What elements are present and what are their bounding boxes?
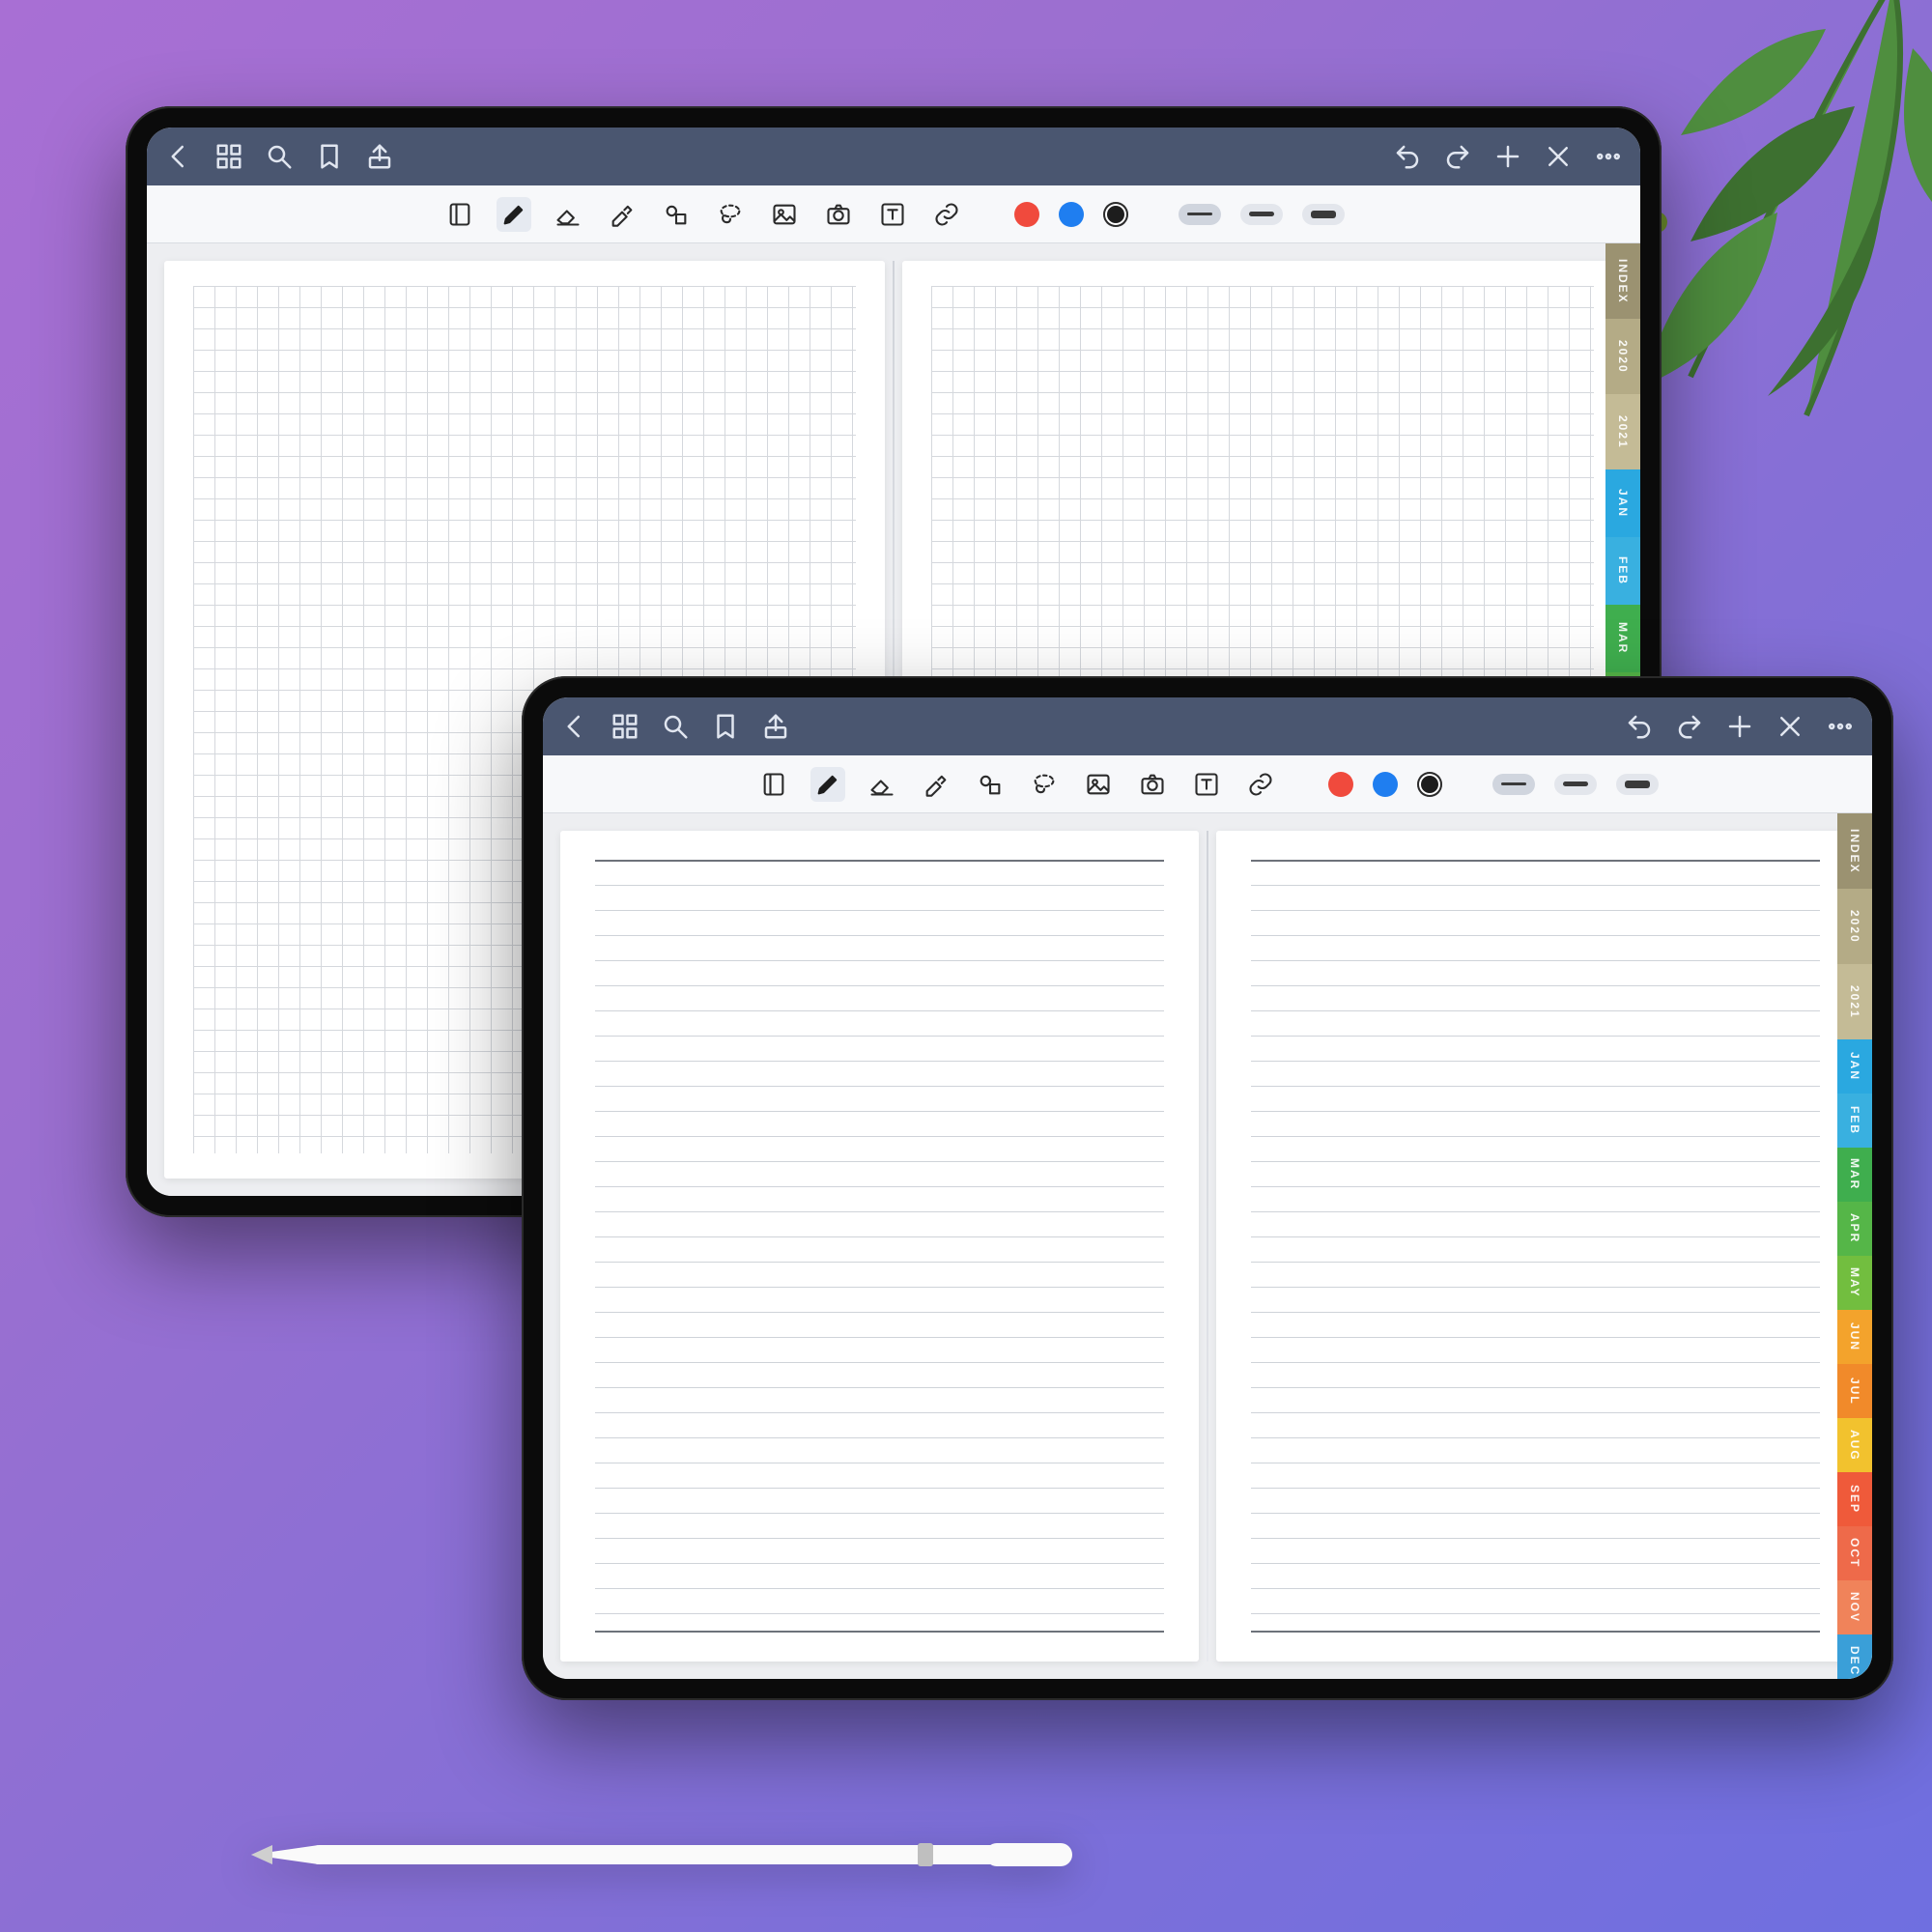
color-blue[interactable] (1373, 772, 1398, 797)
toolbar (147, 185, 1640, 243)
tab-apr[interactable]: APR (1837, 1202, 1872, 1256)
titlebar-left (560, 712, 790, 741)
tab-index[interactable]: INDEX (1837, 813, 1872, 889)
tool-shapes[interactable] (973, 767, 1008, 802)
tool-notebook[interactable] (756, 767, 791, 802)
tool-link[interactable] (1243, 767, 1278, 802)
more-icon[interactable] (1594, 142, 1623, 171)
ipad-front: INDEX20202021JANFEBMARAPRMAYJUNJULAUGSEP… (522, 676, 1893, 1700)
color-black[interactable] (1417, 772, 1442, 797)
back-icon[interactable] (164, 142, 193, 171)
stroke-width-3[interactable] (1179, 204, 1221, 225)
titlebar-left (164, 142, 394, 171)
bookmark-icon[interactable] (315, 142, 344, 171)
tool-pen[interactable] (497, 197, 531, 232)
color-black[interactable] (1103, 202, 1128, 227)
titlebar-right (1625, 712, 1855, 741)
tab-jun[interactable]: JUN (1837, 1310, 1872, 1364)
tool-lasso[interactable] (1027, 767, 1062, 802)
tab-jan[interactable]: JAN (1605, 469, 1640, 537)
redo-icon[interactable] (1443, 142, 1472, 171)
grid-icon[interactable] (214, 142, 243, 171)
close-icon[interactable] (1544, 142, 1573, 171)
stroke-width-8[interactable] (1616, 774, 1659, 795)
tab-aug[interactable]: AUG (1837, 1418, 1872, 1472)
search-icon[interactable] (265, 142, 294, 171)
side-tabs: INDEX20202021JANFEBMARAPRMAYJUNJULAUGSEP… (1837, 813, 1872, 1679)
toolbar (543, 755, 1872, 813)
search-icon[interactable] (661, 712, 690, 741)
stroke-width-3[interactable] (1492, 774, 1535, 795)
tool-eraser[interactable] (551, 197, 585, 232)
tab-sep[interactable]: SEP (1837, 1472, 1872, 1526)
close-icon[interactable] (1776, 712, 1804, 741)
more-icon[interactable] (1826, 712, 1855, 741)
notebook-spread: INDEX20202021JANFEBMARAPRMAYJUNJULAUGSEP… (543, 813, 1872, 1679)
tool-lasso[interactable] (713, 197, 748, 232)
tool-notebook[interactable] (442, 197, 477, 232)
apple-pencil (251, 1835, 1072, 1874)
tab-dec[interactable]: DEC (1837, 1634, 1872, 1679)
tool-link[interactable] (929, 197, 964, 232)
stroke-width-8[interactable] (1302, 204, 1345, 225)
tool-shapes[interactable] (659, 197, 694, 232)
tab-feb[interactable]: FEB (1605, 537, 1640, 605)
color-red[interactable] (1328, 772, 1353, 797)
color-red[interactable] (1014, 202, 1039, 227)
tab-oct[interactable]: OCT (1837, 1526, 1872, 1580)
tab-mar[interactable]: MAR (1605, 605, 1640, 672)
titlebar (543, 697, 1872, 755)
tab-index[interactable]: INDEX (1605, 243, 1640, 319)
tab-2021[interactable]: 2021 (1837, 964, 1872, 1039)
add-icon[interactable] (1493, 142, 1522, 171)
lined-paper (595, 860, 1164, 1633)
tab-mar[interactable]: MAR (1837, 1148, 1872, 1202)
page-left[interactable] (560, 831, 1199, 1662)
titlebar (147, 128, 1640, 185)
tab-nov[interactable]: NOV (1837, 1580, 1872, 1634)
lined-paper (1251, 860, 1820, 1633)
screen-front: INDEX20202021JANFEBMARAPRMAYJUNJULAUGSEP… (543, 697, 1872, 1679)
tool-pen[interactable] (810, 767, 845, 802)
tool-camera[interactable] (821, 197, 856, 232)
redo-icon[interactable] (1675, 712, 1704, 741)
titlebar-right (1393, 142, 1623, 171)
tool-highlighter[interactable] (919, 767, 953, 802)
tab-2020[interactable]: 2020 (1837, 889, 1872, 964)
undo-icon[interactable] (1393, 142, 1422, 171)
share-icon[interactable] (365, 142, 394, 171)
back-icon[interactable] (560, 712, 589, 741)
stroke-width-5[interactable] (1554, 774, 1597, 795)
add-icon[interactable] (1725, 712, 1754, 741)
stage: INDEX20202021JANFEBMARAPRMAY INDEX202020… (0, 0, 1932, 1932)
page-right[interactable] (1216, 831, 1855, 1662)
tool-text[interactable] (875, 197, 910, 232)
page-spine (1207, 831, 1208, 1662)
stroke-width-5[interactable] (1240, 204, 1283, 225)
tool-eraser[interactable] (865, 767, 899, 802)
tool-image[interactable] (767, 197, 802, 232)
color-blue[interactable] (1059, 202, 1084, 227)
tool-highlighter[interactable] (605, 197, 639, 232)
tab-2021[interactable]: 2021 (1605, 394, 1640, 469)
undo-icon[interactable] (1625, 712, 1654, 741)
share-icon[interactable] (761, 712, 790, 741)
tab-jan[interactable]: JAN (1837, 1039, 1872, 1094)
tab-may[interactable]: MAY (1837, 1256, 1872, 1310)
tool-text[interactable] (1189, 767, 1224, 802)
tab-jul[interactable]: JUL (1837, 1364, 1872, 1418)
tab-feb[interactable]: FEB (1837, 1094, 1872, 1148)
bookmark-icon[interactable] (711, 712, 740, 741)
grid-icon[interactable] (611, 712, 639, 741)
tool-image[interactable] (1081, 767, 1116, 802)
tab-2020[interactable]: 2020 (1605, 319, 1640, 394)
tool-camera[interactable] (1135, 767, 1170, 802)
